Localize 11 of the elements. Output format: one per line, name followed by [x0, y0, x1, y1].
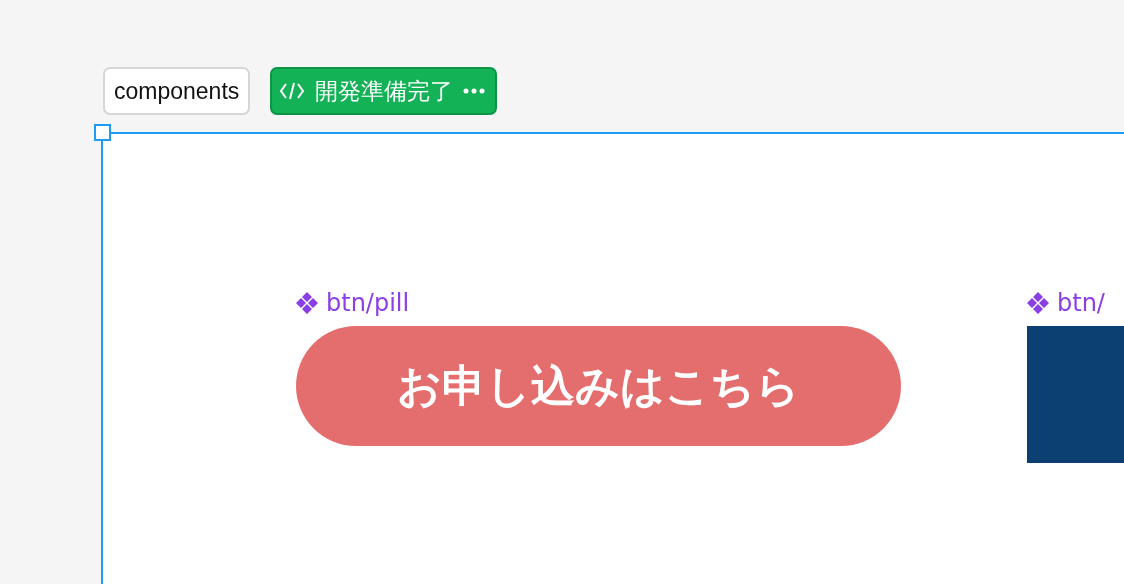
status-tag[interactable]: 開発準備完了	[270, 67, 498, 115]
frame-name-tag[interactable]: components	[103, 67, 251, 115]
component-name: btn/	[1057, 288, 1105, 318]
component-name: btn/pill	[326, 288, 410, 318]
code-icon	[279, 80, 306, 102]
more-icon	[463, 88, 486, 94]
component-icon	[296, 291, 318, 315]
component-icon	[1027, 291, 1049, 315]
resize-handle[interactable]	[94, 124, 111, 141]
pill-button[interactable]: お申し込みはこちら	[296, 326, 901, 446]
status-label: 開発準備完了	[315, 76, 454, 106]
